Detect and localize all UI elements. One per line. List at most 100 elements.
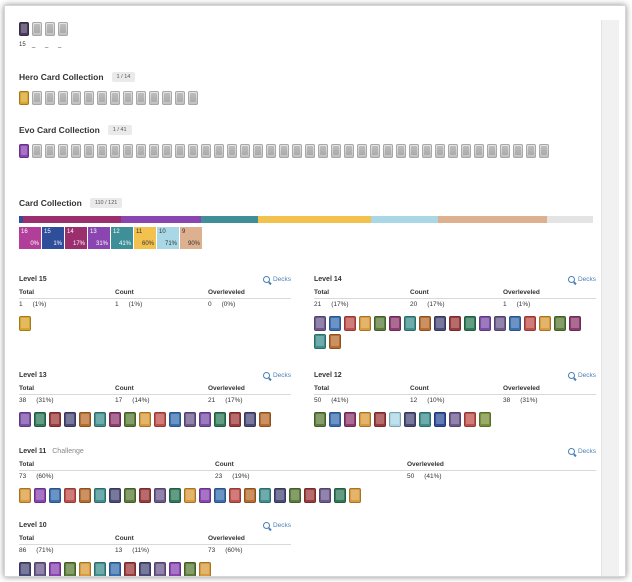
card-icon[interactable] — [279, 144, 289, 158]
card-icon[interactable] — [314, 412, 326, 427]
card-icon[interactable] — [259, 412, 271, 427]
card-icon[interactable] — [109, 562, 121, 576]
card-icon[interactable] — [34, 488, 46, 503]
card-icon[interactable] — [169, 562, 181, 576]
card-icon[interactable] — [49, 562, 61, 576]
card-icon[interactable] — [500, 144, 510, 158]
card-icon[interactable] — [419, 316, 431, 331]
card-icon[interactable] — [304, 488, 316, 503]
card-icon[interactable] — [244, 488, 256, 503]
card-icon[interactable] — [58, 144, 68, 158]
card-icon[interactable] — [253, 144, 263, 158]
card-icon[interactable] — [319, 488, 331, 503]
card-icon[interactable] — [19, 562, 31, 576]
card-icon[interactable] — [19, 22, 29, 36]
card-icon[interactable] — [124, 562, 136, 576]
card-icon[interactable] — [79, 562, 91, 576]
card-icon[interactable] — [149, 91, 159, 105]
card-icon[interactable] — [449, 316, 461, 331]
decks-link[interactable]: Decks — [262, 372, 291, 379]
card-icon[interactable] — [266, 144, 276, 158]
card-icon[interactable] — [136, 144, 146, 158]
card-icon[interactable] — [539, 316, 551, 331]
card-icon[interactable] — [188, 91, 198, 105]
card-icon[interactable] — [94, 488, 106, 503]
card-icon[interactable] — [184, 488, 196, 503]
card-icon[interactable] — [110, 91, 120, 105]
card-icon[interactable] — [474, 144, 484, 158]
card-icon[interactable] — [404, 316, 416, 331]
card-icon[interactable] — [19, 412, 31, 427]
card-icon[interactable] — [487, 144, 497, 158]
card-icon[interactable] — [45, 144, 55, 158]
card-icon[interactable] — [229, 488, 241, 503]
card-icon[interactable] — [240, 144, 250, 158]
card-icon[interactable] — [329, 316, 341, 331]
card-icon[interactable] — [292, 144, 302, 158]
card-icon[interactable] — [509, 316, 521, 331]
card-icon[interactable] — [162, 144, 172, 158]
card-icon[interactable] — [479, 316, 491, 331]
card-icon[interactable] — [64, 488, 76, 503]
card-icon[interactable] — [19, 91, 29, 105]
card-icon[interactable] — [374, 412, 386, 427]
card-icon[interactable] — [94, 412, 106, 427]
card-icon[interactable] — [84, 144, 94, 158]
card-icon[interactable] — [539, 144, 549, 158]
card-icon[interactable] — [58, 22, 68, 36]
card-icon[interactable] — [513, 144, 523, 158]
card-icon[interactable] — [19, 316, 31, 331]
scrollbar[interactable] — [601, 20, 619, 576]
card-icon[interactable] — [383, 144, 393, 158]
card-icon[interactable] — [334, 488, 346, 503]
card-icon[interactable] — [154, 488, 166, 503]
card-icon[interactable] — [199, 562, 211, 576]
card-icon[interactable] — [97, 144, 107, 158]
card-icon[interactable] — [124, 488, 136, 503]
card-icon[interactable] — [45, 22, 55, 36]
card-icon[interactable] — [34, 412, 46, 427]
card-icon[interactable] — [434, 316, 446, 331]
card-icon[interactable] — [526, 144, 536, 158]
card-icon[interactable] — [435, 144, 445, 158]
card-icon[interactable] — [79, 488, 91, 503]
card-icon[interactable] — [184, 412, 196, 427]
card-icon[interactable] — [188, 144, 198, 158]
card-icon[interactable] — [374, 316, 386, 331]
card-icon[interactable] — [64, 412, 76, 427]
card-icon[interactable] — [214, 488, 226, 503]
card-icon[interactable] — [139, 412, 151, 427]
card-icon[interactable] — [331, 144, 341, 158]
card-icon[interactable] — [136, 91, 146, 105]
card-icon[interactable] — [169, 412, 181, 427]
card-icon[interactable] — [349, 488, 361, 503]
card-icon[interactable] — [162, 91, 172, 105]
card-icon[interactable] — [123, 144, 133, 158]
card-icon[interactable] — [154, 562, 166, 576]
card-icon[interactable] — [175, 91, 185, 105]
card-icon[interactable] — [32, 144, 42, 158]
card-icon[interactable] — [58, 91, 68, 105]
card-icon[interactable] — [49, 488, 61, 503]
card-icon[interactable] — [64, 562, 76, 576]
card-icon[interactable] — [370, 144, 380, 158]
card-icon[interactable] — [45, 91, 55, 105]
card-icon[interactable] — [419, 412, 431, 427]
card-icon[interactable] — [34, 562, 46, 576]
card-icon[interactable] — [19, 144, 29, 158]
card-icon[interactable] — [314, 316, 326, 331]
card-icon[interactable] — [359, 412, 371, 427]
card-icon[interactable] — [461, 144, 471, 158]
card-icon[interactable] — [244, 412, 256, 427]
card-icon[interactable] — [344, 412, 356, 427]
card-icon[interactable] — [201, 144, 211, 158]
card-icon[interactable] — [214, 412, 226, 427]
card-icon[interactable] — [357, 144, 367, 158]
decks-link[interactable]: Decks — [262, 276, 291, 283]
card-icon[interactable] — [184, 562, 196, 576]
card-icon[interactable] — [329, 412, 341, 427]
card-icon[interactable] — [229, 412, 241, 427]
card-icon[interactable] — [97, 91, 107, 105]
card-icon[interactable] — [227, 144, 237, 158]
card-icon[interactable] — [448, 144, 458, 158]
